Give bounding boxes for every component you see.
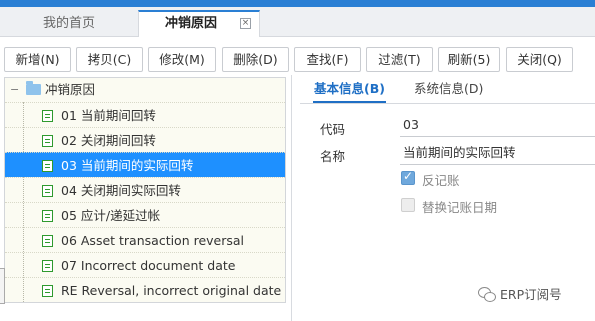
toolbar: 新增(N) 拷贝(C) 修改(M) 删除(D) 查找(F) 过滤(T) 刷新(5…	[0, 37, 595, 75]
copy-button[interactable]: 拷贝(C)	[76, 47, 143, 72]
tree-item-label: 07 Incorrect document date	[61, 258, 236, 273]
tree-item-label: 05 应计/递延过帐	[61, 208, 161, 223]
reason-tree: − 冲销原因 01 当前期间回转 02 关闭期间回转 03 当前期间的实际回转 …	[4, 77, 286, 303]
tab-reversal-reason[interactable]: 冲销原因 ×	[138, 10, 260, 37]
document-icon	[42, 235, 53, 247]
tab-basic-info[interactable]: 基本信息(B)	[313, 77, 386, 103]
tab-system-info[interactable]: 系统信息(D)	[414, 77, 483, 103]
folder-icon	[26, 81, 41, 95]
tree-root[interactable]: − 冲销原因	[5, 78, 285, 102]
tab-reversal-reason-label: 冲销原因	[165, 16, 218, 31]
reverse-posting-label: 反记账	[422, 173, 460, 188]
watermark-text: ERP订阅号	[500, 287, 562, 302]
document-icon	[42, 160, 53, 172]
tree-item-label: 06 Asset transaction reversal	[61, 233, 245, 248]
code-label: 代码	[320, 122, 346, 137]
detail-tabs: 基本信息(B) 系统信息(D)	[300, 77, 595, 104]
code-field[interactable]: 03	[400, 115, 595, 137]
tab-bar: 我的首页 冲销原因 ×	[0, 7, 595, 37]
tree-item[interactable]: 07 Incorrect document date	[5, 252, 285, 277]
tree-item[interactable]: 05 应计/递延过帐	[5, 202, 285, 227]
panel-divider	[291, 75, 292, 321]
document-icon	[42, 135, 53, 147]
tree-item[interactable]: 02 关闭期间回转	[5, 127, 285, 152]
tree-item-label: RE Reversal, incorrect original date	[61, 283, 282, 298]
tree-item-label: 01 当前期间回转	[61, 108, 156, 123]
find-button[interactable]: 查找(F)	[294, 47, 361, 72]
collapse-icon[interactable]: −	[10, 84, 19, 95]
delete-button[interactable]: 删除(D)	[222, 47, 289, 72]
tree-root-label: 冲销原因	[45, 82, 96, 97]
document-icon	[42, 110, 53, 122]
close-icon[interactable]: ×	[240, 18, 251, 29]
refresh-button[interactable]: 刷新(5)	[438, 47, 500, 72]
tree-item[interactable]: 06 Asset transaction reversal	[5, 227, 285, 252]
tree-item-label: 02 关闭期间回转	[61, 133, 156, 148]
tree-item[interactable]: 04 关闭期间实际回转	[5, 177, 285, 202]
filter-button[interactable]: 过滤(T)	[366, 47, 433, 72]
splitter-handle[interactable]	[0, 268, 5, 304]
tree-item-label: 04 关闭期间实际回转	[61, 183, 181, 198]
document-icon	[42, 285, 53, 297]
close-button[interactable]: 关闭(Q)	[506, 47, 573, 72]
tree-item-selected[interactable]: 03 当前期间的实际回转	[5, 152, 285, 177]
tree-item[interactable]: RE Reversal, incorrect original date	[5, 277, 285, 302]
edit-button[interactable]: 修改(M)	[148, 47, 216, 72]
name-field[interactable]: 当前期间的实际回转	[400, 143, 595, 165]
window-top-strip	[0, 0, 595, 7]
name-label: 名称	[320, 149, 346, 164]
document-icon	[42, 185, 53, 197]
tab-home[interactable]: 我的首页	[0, 10, 138, 37]
alt-posting-date-label: 替换记账日期	[422, 200, 498, 215]
document-icon	[42, 260, 53, 272]
reverse-posting-checkbox[interactable]	[401, 169, 415, 185]
tree-item[interactable]: 01 当前期间回转	[5, 102, 285, 127]
new-button[interactable]: 新增(N)	[4, 47, 71, 72]
wechat-icon	[478, 287, 496, 303]
tree-item-label: 03 当前期间的实际回转	[61, 158, 194, 173]
document-icon	[42, 210, 53, 222]
alt-posting-date-checkbox[interactable]	[401, 198, 415, 212]
